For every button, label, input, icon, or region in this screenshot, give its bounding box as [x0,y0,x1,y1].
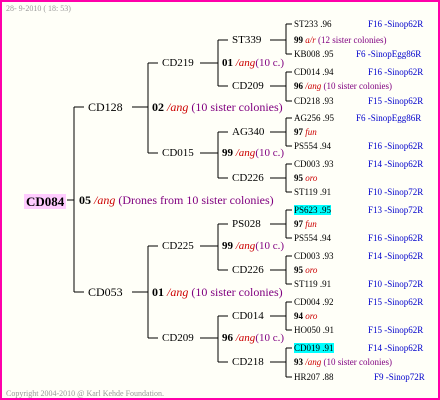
l4-row-8[interactable]: PS623 .95 [294,205,332,215]
l4-loc-0: F16 -Sinop62R [368,19,424,29]
l4-row-1[interactable]: KB008 .95 [294,50,334,59]
l4-row-9[interactable]: PS554 .94 [294,234,331,243]
l2-line-0: 01 /ang(10 c.) [222,57,285,69]
l2-id-0[interactable]: CD219 [162,58,194,69]
l4-row-7[interactable]: ST119 .91 [294,188,331,197]
l3-line-7: 93 /ang (10 sister colonies) [294,357,392,367]
root-line: 05 /ang (Drones from 10 sister colonies) [79,193,274,207]
l3-id-3[interactable]: CD226 [232,173,264,184]
l1-id-1[interactable]: CD053 [88,286,123,298]
root-id[interactable]: CD084 [24,194,67,210]
l3-line-5: 95 oro [294,265,318,275]
l1-line-1: 01 /ang (10 sister colonies) [152,285,283,299]
l3-id-1[interactable]: CD209 [232,81,264,92]
l3-line-6: 94 oro [294,311,318,321]
l4-loc-14: F14 -Sinop62R [368,343,424,353]
l4-loc-11: F10 -Sinop72R [368,279,424,289]
l1-id-0[interactable]: CD128 [88,101,123,113]
l4-row-4[interactable]: AG256 .95 [294,114,334,123]
l4-loc-8: F13 -Sinop72R [368,205,424,215]
l3-id-6[interactable]: CD014 [232,311,264,322]
l3-id-5[interactable]: CD226 [232,265,264,276]
l4-loc-9: F16 -Sinop62R [368,233,424,243]
l4-row-14[interactable]: CD019 .91 [294,343,334,353]
l4-row-10[interactable]: CD003 .93 [294,252,334,261]
l4-row-2[interactable]: CD014 .94 [294,68,334,77]
l4-row-0[interactable]: ST233 .96 [294,20,332,29]
l4-loc-2: F16 -Sinop62R [368,67,424,77]
l3-id-4[interactable]: PS028 [232,219,261,230]
l4-row-12[interactable]: CD004 .92 [294,298,334,307]
l4-row-11[interactable]: ST119 .91 [294,280,331,289]
l3-line-2: 97 fun [294,127,317,137]
l3-line-1: 96 /ang (10 sister colonies) [294,81,392,91]
l4-loc-3: F15 -Sinop62R [368,96,424,106]
l3-id-0[interactable]: ST339 [232,35,261,46]
l4-row-13[interactable]: HO050 .91 [294,326,334,335]
l4-row-6[interactable]: CD003 .93 [294,160,334,169]
l4-loc-7: F10 -Sinop72R [368,187,424,197]
l2-id-2[interactable]: CD225 [162,241,194,252]
l4-loc-10: F14 -Sinop62R [368,251,424,261]
l3-line-0: 99 a/r (12 sister colonies) [294,35,387,45]
l2-line-1: 99 /ang(10 c.) [222,147,285,159]
l4-row-15[interactable]: HR207 .88 [294,373,334,382]
pedigree-frame: 28- 9-2010 ( 18: 53) Copyright 2004-2010… [0,0,440,400]
footer-copyright: Copyright 2004-2010 @ Karl Kehde Foundat… [6,389,165,398]
l2-line-3: 96 /ang(10 c.) [222,332,285,344]
l2-line-2: 99 /ang(10 c.) [222,240,285,252]
l4-loc-6: F14 -Sinop62R [368,159,424,169]
header-date: 28- 9-2010 ( 18: 53) [6,4,71,13]
l4-loc-5: F16 -Sinop62R [368,141,424,151]
l3-line-4: 97 fun [294,219,317,229]
l4-loc-13: F15 -Sinop62R [368,325,424,335]
l3-id-7[interactable]: CD218 [232,357,264,368]
l4-row-5[interactable]: PS554 .94 [294,142,331,151]
l4-loc-15: F9 -Sinop72R [374,372,425,382]
l3-id-2[interactable]: AG340 [232,127,264,138]
l4-loc-12: F15 -Sinop62R [368,297,424,307]
l4-loc-4: F6 -SinopEgg86R [356,113,422,123]
l3-line-3: 95 oro [294,173,318,183]
l4-loc-1: F6 -SinopEgg86R [356,49,422,59]
l1-line-0: 02 /ang (10 sister colonies) [152,100,283,114]
l2-id-1[interactable]: CD015 [162,148,194,159]
l2-id-3[interactable]: CD209 [162,333,194,344]
l4-row-3[interactable]: CD218 .93 [294,97,334,106]
